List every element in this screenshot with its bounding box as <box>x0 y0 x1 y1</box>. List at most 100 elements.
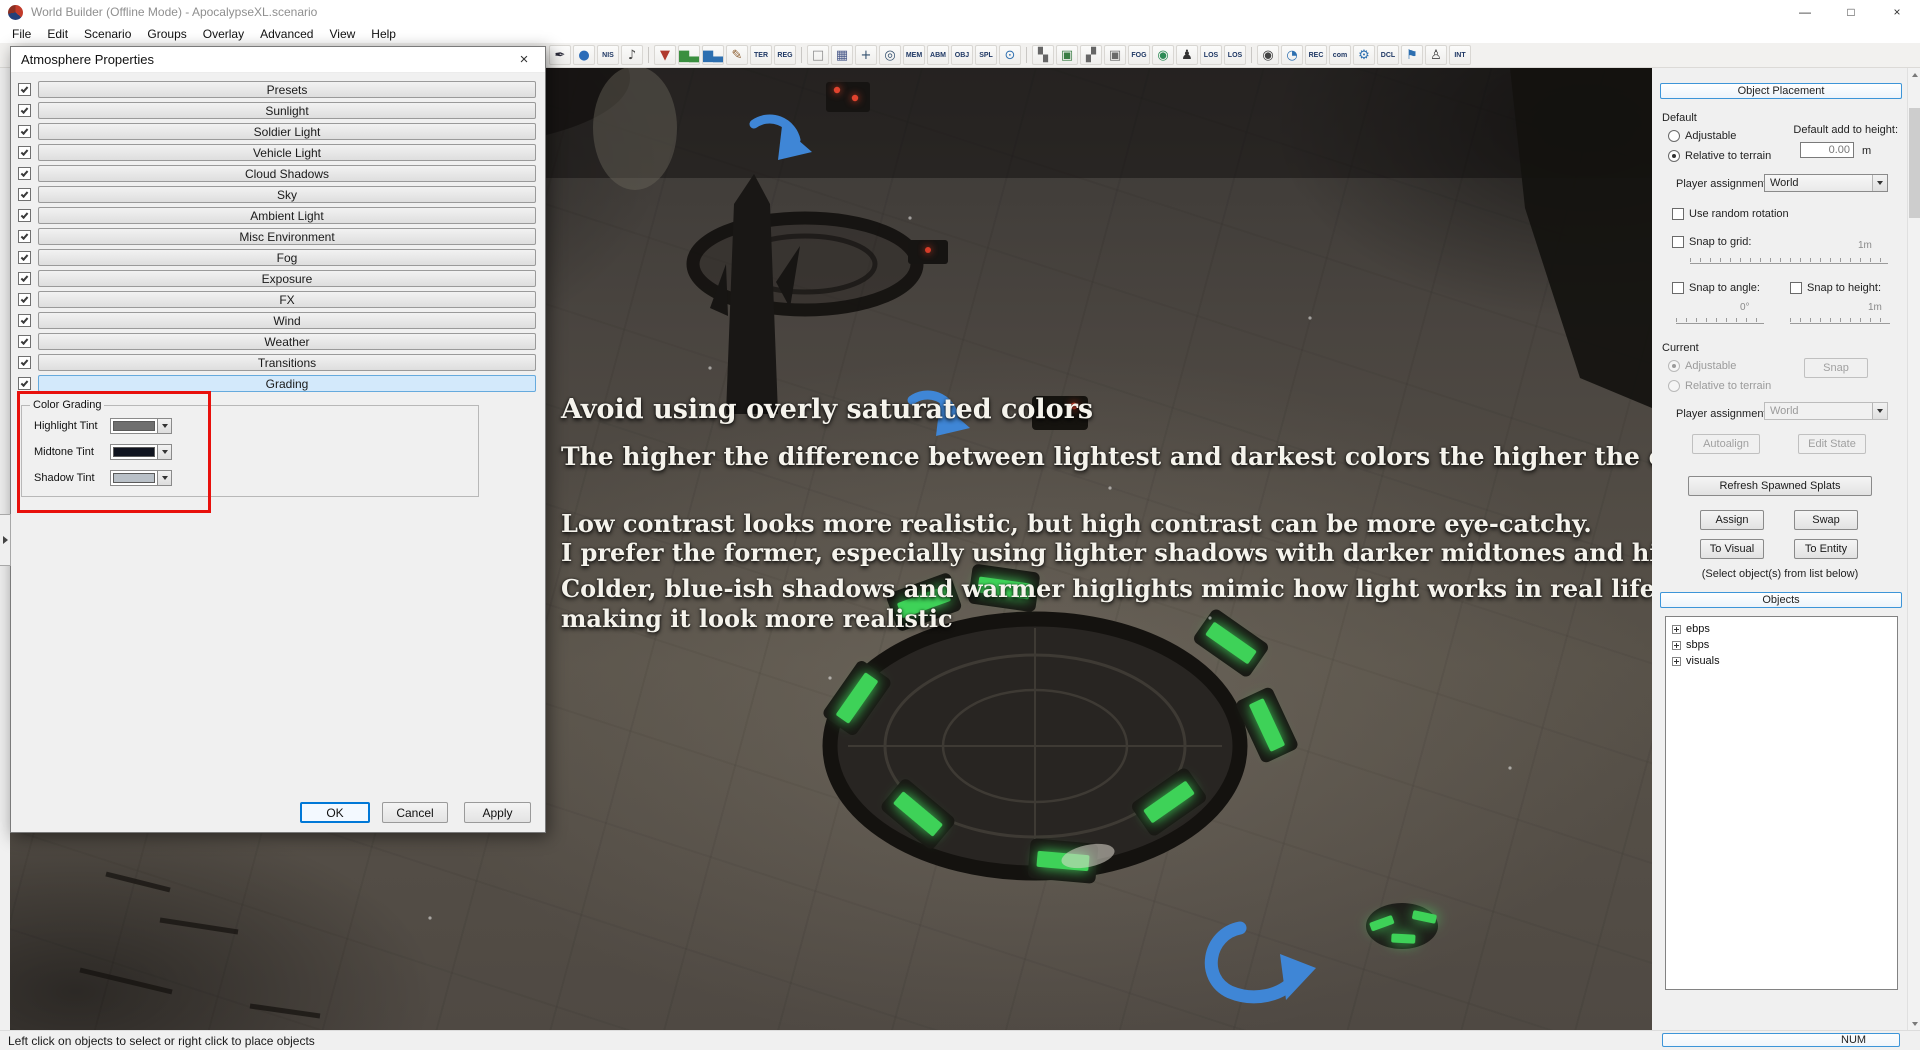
menu-item[interactable]: Overlay <box>195 27 252 41</box>
add-height-input[interactable] <box>1800 142 1854 158</box>
section-header-button[interactable]: Sky <box>38 186 536 203</box>
section-header-button[interactable]: Exposure <box>38 270 536 287</box>
random-rotation-checkbox[interactable]: Use random rotation <box>1672 208 1789 220</box>
dither-pattern-icon[interactable]: ▚ <box>1032 45 1054 65</box>
close-icon[interactable]: × <box>1874 0 1920 24</box>
water-paint-icon[interactable]: ● <box>573 45 595 65</box>
to-entity-button[interactable]: To Entity <box>1794 539 1858 559</box>
snap-to-height-checkbox[interactable]: Snap to height: <box>1790 282 1881 294</box>
obj-icon[interactable]: OBJ <box>951 45 973 65</box>
section-checkbox[interactable] <box>18 83 31 96</box>
menu-item[interactable]: Help <box>363 27 404 41</box>
pen-tool-icon[interactable]: ✒ <box>549 45 571 65</box>
snap-grid-slider[interactable] <box>1690 258 1888 264</box>
paint-drop-icon[interactable]: ▼ <box>654 45 676 65</box>
com-icon[interactable]: com <box>1329 45 1351 65</box>
los-icon[interactable]: LOS <box>1200 45 1222 65</box>
scrollbar-thumb[interactable] <box>1909 108 1920 218</box>
nis-marks-icon[interactable]: ♪ <box>621 45 643 65</box>
section-checkbox[interactable] <box>18 188 31 201</box>
spl-icon[interactable]: SPL <box>975 45 997 65</box>
scroll-down-icon[interactable] <box>1908 1017 1920 1030</box>
adjustable-radio[interactable]: Adjustable <box>1668 130 1736 142</box>
section-checkbox[interactable] <box>18 230 31 243</box>
menu-item[interactable]: Groups <box>139 27 194 41</box>
grid-tile-icon[interactable]: ▦ <box>831 45 853 65</box>
bottom-panel-header[interactable]: NUM <box>1662 1033 1900 1047</box>
section-checkbox[interactable] <box>18 251 31 264</box>
minimize-icon[interactable]: — <box>1782 0 1828 24</box>
section-header-button[interactable]: Sunlight <box>38 102 536 119</box>
eye-icon[interactable]: ◉ <box>1257 45 1279 65</box>
walker-pawn-icon[interactable]: ♙ <box>1425 45 1447 65</box>
section-header-button[interactable]: Grading <box>38 375 536 392</box>
section-checkbox[interactable] <box>18 209 31 222</box>
section-checkbox[interactable] <box>18 377 31 390</box>
ok-button[interactable]: OK <box>300 802 370 823</box>
objects-header[interactable]: Objects <box>1660 592 1902 608</box>
blank-tile-icon[interactable]: □ <box>807 45 829 65</box>
nis-icon[interactable]: NIS <box>597 45 619 65</box>
world-globe-icon[interactable]: ◉ <box>1152 45 1174 65</box>
section-checkbox[interactable] <box>18 146 31 159</box>
gear-icon[interactable]: ⚙ <box>1353 45 1375 65</box>
splat-image-icon[interactable]: ▣ <box>1056 45 1078 65</box>
menu-item[interactable]: Edit <box>39 27 76 41</box>
relative-to-terrain-radio[interactable]: Relative to terrain <box>1668 150 1771 162</box>
reg-icon[interactable]: REG <box>774 45 796 65</box>
maximize-icon[interactable]: □ <box>1828 0 1874 24</box>
cancel-button[interactable]: Cancel <box>382 802 448 823</box>
expand-plus-icon[interactable] <box>1672 656 1681 666</box>
menu-item[interactable]: Advanced <box>252 27 321 41</box>
menu-item[interactable]: File <box>4 27 39 41</box>
crosshair-icon[interactable]: + <box>855 45 877 65</box>
object-placement-header[interactable]: Object Placement <box>1660 83 1902 99</box>
left-panel-expand-tab[interactable] <box>0 514 11 566</box>
section-header-button[interactable]: Cloud Shadows <box>38 165 536 182</box>
panel-scrollbar[interactable] <box>1907 68 1920 1030</box>
snap-to-grid-checkbox[interactable]: Snap to grid: <box>1672 236 1751 248</box>
swap-button[interactable]: Swap <box>1794 510 1858 530</box>
player-assignment-select[interactable]: World <box>1764 174 1888 192</box>
section-checkbox[interactable] <box>18 356 31 369</box>
section-header-button[interactable]: Misc Environment <box>38 228 536 245</box>
tree-item[interactable]: visuals <box>1668 653 1895 669</box>
scroll-up-icon[interactable] <box>1908 68 1920 81</box>
abm-icon[interactable]: ABM <box>927 45 949 65</box>
apply-button[interactable]: Apply <box>464 802 531 823</box>
section-header-button[interactable]: Ambient Light <box>38 207 536 224</box>
section-header-button[interactable]: Soldier Light <box>38 123 536 140</box>
snap-to-angle-checkbox[interactable]: Snap to angle: <box>1672 282 1760 294</box>
dialog-close-icon[interactable]: × <box>513 51 535 68</box>
tree-item[interactable]: ebps <box>1668 621 1895 637</box>
int-icon[interactable]: INT <box>1449 45 1471 65</box>
section-header-button[interactable]: Transitions <box>38 354 536 371</box>
magnifier-icon[interactable]: ⊙ <box>999 45 1021 65</box>
section-checkbox[interactable] <box>18 293 31 306</box>
section-header-button[interactable]: Wind <box>38 312 536 329</box>
section-checkbox[interactable] <box>18 125 31 138</box>
expand-plus-icon[interactable] <box>1672 640 1681 650</box>
fog-icon[interactable]: FOG <box>1128 45 1150 65</box>
menu-item[interactable]: View <box>321 27 363 41</box>
section-checkbox[interactable] <box>18 272 31 285</box>
dither-pattern2-icon[interactable]: ▞ <box>1080 45 1102 65</box>
tree-item[interactable]: sbps <box>1668 637 1895 653</box>
expand-plus-icon[interactable] <box>1672 624 1681 634</box>
section-checkbox[interactable] <box>18 167 31 180</box>
menu-item[interactable]: Scenario <box>76 27 139 41</box>
section-header-button[interactable]: Weather <box>38 333 536 350</box>
rec-icon[interactable]: REC <box>1305 45 1327 65</box>
snap-angle-slider[interactable] <box>1676 318 1764 324</box>
mem-brf-icon[interactable]: MEM <box>903 45 925 65</box>
marker-points-icon[interactable]: ◎ <box>879 45 901 65</box>
pencil-icon[interactable]: ✎ <box>726 45 748 65</box>
dcl-icon[interactable]: DCL <box>1377 45 1399 65</box>
section-header-button[interactable]: Vehicle Light <box>38 144 536 161</box>
assign-button[interactable]: Assign <box>1700 510 1764 530</box>
sector-icon[interactable]: ◔ <box>1281 45 1303 65</box>
flag-icon[interactable]: ⚑ <box>1401 45 1423 65</box>
section-checkbox[interactable] <box>18 314 31 327</box>
squad-icon[interactable]: ♟ <box>1176 45 1198 65</box>
section-header-button[interactable]: Fog <box>38 249 536 266</box>
